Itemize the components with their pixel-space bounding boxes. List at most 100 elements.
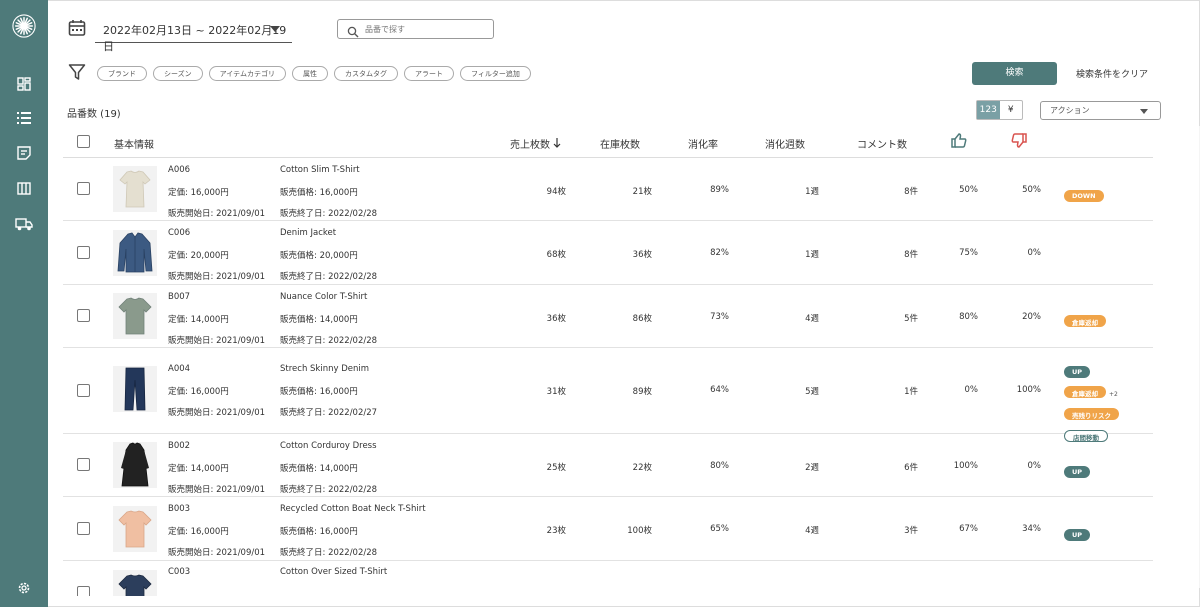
product-thumbnail (113, 230, 157, 276)
sell-through-rate: 64% (710, 385, 729, 395)
caret-down-icon (1140, 109, 1148, 114)
filter-chip-attribute[interactable]: 属性 (291, 66, 328, 81)
settings-icon[interactable] (12, 576, 36, 600)
sell-through-rate: 80% (710, 461, 729, 471)
product-code: C003 (168, 567, 191, 577)
stock-count: 22枚 (632, 463, 652, 473)
stock-count: 21枚 (632, 187, 652, 197)
col-stock[interactable]: 在庫枚数 (600, 136, 640, 151)
thumbs-down-rate: 0% (1027, 461, 1042, 471)
unit-toggle: 123 ¥ (976, 100, 1023, 120)
product-name[interactable]: Nuance Color T-Shirt (280, 292, 367, 302)
stock-count: 89枚 (632, 387, 652, 397)
list-price: 定価: 14,000円 (168, 315, 229, 325)
search-input[interactable] (365, 22, 485, 36)
sell-weeks: 1週 (805, 250, 819, 260)
product-thumbnail (113, 506, 157, 552)
list-icon[interactable] (12, 106, 36, 130)
row-checkbox[interactable] (77, 586, 90, 596)
filter-chip-alert[interactable]: アラート (403, 66, 454, 81)
filter-icon[interactable] (68, 63, 86, 81)
sell-weeks: 4週 (805, 526, 819, 536)
status-badges: DOWN (1064, 183, 1104, 202)
product-code: C006 (168, 228, 191, 238)
row-checkbox[interactable] (77, 182, 90, 195)
thumbs-down-rate: 100% (1016, 385, 1041, 395)
filter-chip-season[interactable]: シーズン (153, 66, 203, 81)
table-row[interactable]: C003 Cotton Over Sized T-Shirt (63, 561, 1153, 596)
sales-count: 23枚 (546, 526, 566, 536)
filter-chip-brand[interactable]: ブランド (97, 66, 147, 81)
calendar-icon[interactable] (68, 19, 86, 37)
search-box[interactable] (337, 19, 494, 39)
sales-count: 36枚 (546, 314, 566, 324)
stock-count: 100枚 (627, 526, 652, 536)
search-button[interactable]: 検索 (972, 62, 1057, 85)
thumbs-up-rate: 67% (959, 524, 978, 534)
product-name[interactable]: Recycled Cotton Boat Neck T-Shirt (280, 504, 426, 514)
sidebar (0, 0, 48, 607)
col-basic: 基本情報 (114, 140, 154, 151)
filter-chip-category[interactable]: アイテムカテゴリ (208, 66, 286, 81)
product-name[interactable]: Cotton Slim T-Shirt (280, 165, 360, 175)
thumbs-up-rate: 75% (959, 248, 978, 258)
thumbs-up-rate: 100% (953, 461, 978, 471)
row-checkbox[interactable] (77, 458, 90, 471)
more-badges-count[interactable]: +2 (1109, 391, 1118, 398)
date-range-select[interactable]: 2022年02月13日 ~ 2022年02月19日 (95, 15, 292, 53)
product-name[interactable]: Cotton Over Sized T-Shirt (280, 567, 387, 577)
status-badge: 倉庫返却 (1064, 386, 1106, 398)
list-price: 定価: 20,000円 (168, 251, 229, 261)
list-price: 定価: 16,000円 (168, 527, 229, 537)
dashboard-icon[interactable] (12, 72, 36, 96)
sales-count: 68枚 (546, 250, 566, 260)
product-name[interactable]: Cotton Corduroy Dress (280, 441, 377, 451)
sales-count: 31枚 (546, 387, 566, 397)
status-badge: 売残りリスク (1064, 408, 1119, 420)
table-row[interactable]: A006 定価: 16,000円 販売開始日: 2021/09/01 Cotto… (63, 158, 1153, 221)
sales-count: 94枚 (546, 187, 566, 197)
table-row[interactable]: B007 定価: 14,000円 販売開始日: 2021/09/01 Nuanc… (63, 285, 1153, 348)
col-sell-through[interactable]: 消化率 (688, 136, 718, 151)
thumbs-down-icon[interactable] (1011, 133, 1027, 151)
comment-count: 8件 (904, 250, 918, 260)
table-row[interactable]: A004 定価: 16,000円 販売開始日: 2021/09/01 Strec… (63, 348, 1153, 442)
toggle-count[interactable]: 123 (977, 101, 1000, 119)
row-checkbox[interactable] (77, 246, 90, 259)
row-checkbox[interactable] (77, 309, 90, 322)
thumbs-up-rate: 80% (959, 312, 978, 322)
row-checkbox[interactable] (77, 522, 90, 535)
thumbs-up-icon[interactable] (951, 133, 967, 151)
product-name[interactable]: Denim Jacket (280, 228, 336, 238)
status-badge: UP (1064, 366, 1091, 378)
select-all-checkbox[interactable] (77, 135, 90, 148)
logo-icon[interactable] (12, 14, 36, 38)
table-row[interactable]: B002 定価: 14,000円 販売開始日: 2021/09/01 Cotto… (63, 434, 1153, 497)
col-sales[interactable]: 売上枚数 (510, 136, 561, 151)
book-icon[interactable] (12, 176, 36, 200)
note-icon[interactable] (12, 141, 36, 165)
sale-price: 販売価格: 14,000円 (280, 464, 358, 474)
table-row[interactable]: C006 定価: 20,000円 販売開始日: 2021/09/01 Denim… (63, 221, 1153, 285)
product-thumbnail (113, 293, 157, 339)
sale-start: 販売開始日: 2021/09/01 (168, 209, 266, 219)
toggle-yen[interactable]: ¥ (1000, 101, 1023, 119)
filter-chip-add[interactable]: フィルター追加 (459, 66, 531, 81)
product-code: B007 (168, 292, 191, 302)
sale-start: 販売開始日: 2021/09/01 (168, 336, 266, 346)
clear-filters-button[interactable]: 検索条件をクリア (1076, 67, 1148, 80)
row-checkbox[interactable] (77, 384, 90, 397)
product-name[interactable]: Strech Skinny Denim (280, 364, 369, 374)
product-code: B003 (168, 504, 191, 514)
table-row[interactable]: B003 定価: 16,000円 販売開始日: 2021/09/01 Recyc… (63, 497, 1153, 561)
sale-start: 販売開始日: 2021/09/01 (168, 272, 266, 282)
filter-chip-custom-tag[interactable]: カスタムタグ (333, 66, 398, 81)
col-weeks[interactable]: 消化週数 (765, 136, 805, 151)
sell-through-rate: 82% (710, 248, 729, 258)
sale-price: 販売価格: 20,000円 (280, 251, 358, 261)
col-comments[interactable]: コメント数 (857, 136, 907, 151)
status-badges: UP 倉庫返却 +2 売残りリスク 店間移動 (1064, 359, 1119, 444)
stock-count: 36枚 (632, 250, 652, 260)
truck-icon[interactable] (12, 212, 36, 236)
action-select[interactable]: アクション (1040, 101, 1161, 120)
